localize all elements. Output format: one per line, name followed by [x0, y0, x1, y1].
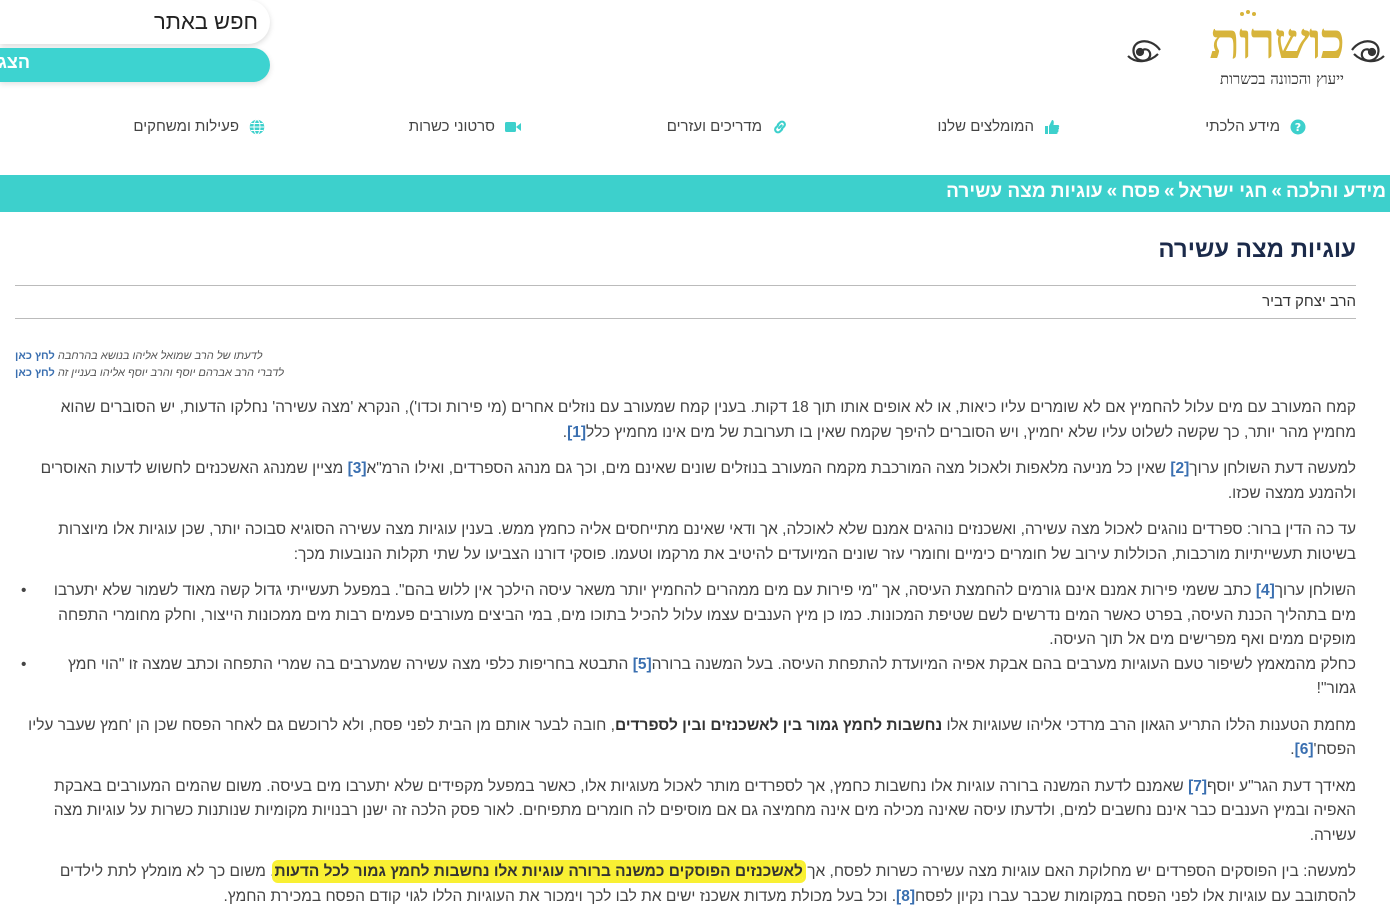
paragraph-text: שאמנם לדעת המשנה ברורה עוגיות אלו נחשבות…	[53, 777, 1356, 844]
footnote-link[interactable]: [1]	[567, 424, 586, 441]
breadcrumb-current: עוגיות מצה עשירה	[946, 181, 1103, 202]
nav-item-recommended[interactable]: המומלצים שלנו	[937, 118, 1060, 135]
breadcrumb-item[interactable]: חגי ישראל	[1179, 181, 1268, 202]
footnote-link[interactable]: [2]	[1170, 460, 1189, 477]
paragraph: מאידך דעת הגר"ע יוסף[7] שאמנם לדעת המשנה…	[15, 775, 1356, 849]
paragraph: קמח המעורב עם מים עלול להחמיץ אם לא שומר…	[15, 396, 1356, 445]
list-item: השולחן ערוך[4] כתב ששמי פירות אמנם אינם …	[15, 579, 1356, 653]
paragraph-text: שאין כל מניעה מלאפות ולאכול מצה המורכבת …	[366, 460, 1171, 477]
paragraph: למעשה: בין הפוסקים הספרדים יש מחלוקת האם…	[15, 860, 1356, 909]
list-item-text: השולחן ערוך	[1274, 582, 1356, 599]
nav-label: פעילות ומשחקים	[133, 118, 239, 135]
reference-note: לדעתו של הרב שמואל אליהו בנושא בהרחבה לח…	[15, 350, 262, 362]
note-link[interactable]: לחץ כאן	[15, 350, 55, 362]
nav-label: מידע הלכתי	[1205, 118, 1280, 135]
breadcrumb-separator: »	[1106, 181, 1118, 202]
page-title: עוגיות מצה עשירה	[1158, 236, 1356, 263]
nav-item-videos[interactable]: סרטוני כשרות	[409, 118, 521, 135]
paragraph-text: למעשה: בין הפוסקים הספרדים יש מחלוקת האם…	[802, 863, 1356, 880]
footnote-link[interactable]: [4]	[1256, 582, 1275, 599]
breadcrumb-separator: »	[1271, 181, 1282, 202]
logo-tagline: ייעוץ והכוונה בכשרות	[1219, 70, 1344, 88]
search-submit-button[interactable]: הצג	[0, 48, 270, 82]
main-nav: ? מידע הלכתי המומלצים שלנו מדריכים ועזרי…	[0, 112, 1390, 144]
link-icon	[774, 120, 786, 133]
site-logo[interactable]: כושרות ייעוץ והכוונה בכשרות	[1120, 8, 1388, 88]
search-button-label: הצג	[0, 52, 30, 72]
breadcrumb-item[interactable]: מידע והלכה	[1286, 181, 1386, 202]
article-body: קמח המעורב עם מים עלול להחמיץ אם לא שומר…	[15, 396, 1356, 921]
note-text: לדברי הרב אברהם יוסף והרב יוסף אליהו בענ…	[57, 367, 284, 379]
article-author: הרב יצחק דביר	[1262, 293, 1356, 310]
paragraph-text: מחמת הטענות הללו התריע הגאון הרב מרדכי א…	[942, 716, 1356, 734]
highlighted-text: לאשכנזים הפוסקים כמשנה ברורה עוגיות אלו …	[274, 863, 803, 880]
breadcrumb-item[interactable]: פסח	[1121, 181, 1160, 202]
reference-note: לדברי הרב אברהם יוסף והרב יוסף אליהו בענ…	[15, 367, 284, 379]
paragraph-text: . וכל בעל מכולת מעדות אשכנז ישים את לבו …	[223, 887, 897, 905]
logo-title: כושרות	[1209, 11, 1345, 70]
globe-icon	[249, 118, 265, 135]
note-link[interactable]: לחץ כאן	[15, 367, 55, 379]
video-camera-icon	[505, 121, 521, 132]
paragraph: מחמת הטענות הללו התריע הגאון הרב מרדכי א…	[15, 714, 1356, 763]
paragraph-text: קמח המעורב עם מים עלול להחמיץ אם לא שומר…	[60, 399, 1356, 441]
paragraph: עד כה הדין ברור: ספרדים נוהגים לאכול מצה…	[58, 521, 1356, 563]
nav-item-activities[interactable]: פעילות ומשחקים	[133, 118, 265, 135]
nav-label: המומלצים שלנו	[937, 118, 1034, 135]
paragraph-text: מאידך דעת הגר"ע יוסף	[1207, 777, 1356, 795]
breadcrumb-bar: מידע והלכה»חגי ישראל»פסח»עוגיות מצה עשיר…	[0, 175, 1390, 212]
divider	[15, 318, 1356, 319]
bullet-list: השולחן ערוך[4] כתב ששמי פירות אמנם אינם …	[15, 579, 1356, 702]
nav-item-guides[interactable]: מדריכים ועזרים	[667, 118, 788, 135]
footnote-link[interactable]: [8]	[896, 888, 915, 905]
list-item-text: כחלק מהמאמץ לשיפור טעם העוגיות מערבים בה…	[651, 655, 1356, 673]
question-circle-icon: ?	[1290, 119, 1306, 134]
list-item: כחלק מהמאמץ לשיפור טעם העוגיות מערבים בה…	[15, 653, 1356, 702]
nav-label: מדריכים ועזרים	[666, 118, 762, 135]
breadcrumb: מידע והלכה»חגי ישראל»פסח»עוגיות מצה עשיר…	[946, 181, 1386, 203]
footnote-link[interactable]: [7]	[1188, 778, 1207, 795]
paragraph-text: למעשה דעת השולחן ערוך	[1189, 460, 1356, 477]
bold-text: נחשבות לחמץ גמור בין לאשכנזים ובין לספרד…	[615, 716, 943, 734]
footnote-link[interactable]: [5]	[633, 656, 652, 673]
nav-label: סרטוני כשרות	[408, 118, 495, 135]
breadcrumb-separator: »	[1163, 181, 1175, 202]
svg-text:?: ?	[1295, 121, 1301, 134]
divider	[15, 285, 1356, 286]
search-input[interactable]	[16, 6, 260, 38]
list-item-text: כתב ששמי פירות אמנם אינם גורמים להחמצת ה…	[53, 582, 1356, 648]
search-box	[0, 0, 270, 44]
nav-item-halachic-info[interactable]: ? מידע הלכתי	[1205, 118, 1306, 135]
footnote-link[interactable]: [6]	[1295, 741, 1314, 758]
note-text: לדעתו של הרב שמואל אליהו בנושא בהרחבה	[57, 350, 263, 362]
footnote-link[interactable]: [3]	[348, 460, 367, 477]
paragraph: למעשה דעת השולחן ערוך[2] שאין כל מניעה מ…	[15, 457, 1356, 506]
thumbs-up-icon	[1045, 119, 1060, 134]
